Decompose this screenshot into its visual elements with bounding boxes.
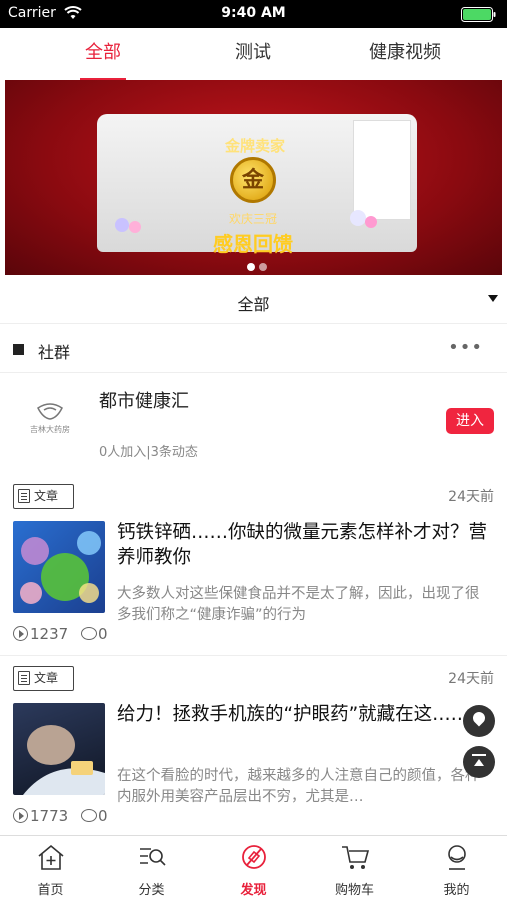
bottom-tab-label: 我的 <box>443 883 470 898</box>
category-search-icon <box>140 848 166 866</box>
location-pin-icon[interactable] <box>463 705 495 737</box>
caret-down-icon <box>488 295 498 302</box>
article-meta: 1773 0 <box>13 806 108 825</box>
bottom-tab-category[interactable]: 分类 <box>101 836 202 900</box>
tab-health-video[interactable]: 健康视频 <box>355 28 455 80</box>
decor-ball <box>350 210 366 226</box>
bottom-tab-bar: 首页 分类 发现 购物车 我的 <box>0 835 507 900</box>
pager-dot-active <box>247 263 255 271</box>
pager-dot <box>259 263 267 271</box>
document-icon <box>18 671 30 685</box>
view-count: 1237 <box>30 625 69 643</box>
article-time: 24天前 <box>448 671 494 687</box>
article-thumbnail <box>13 521 105 613</box>
article-tag: 文章 <box>13 666 74 691</box>
banner-headline: 感恩回馈 <box>213 232 293 256</box>
filter-dropdown[interactable]: 全部 <box>0 278 507 324</box>
bottom-tab-discover[interactable]: 发现 <box>203 836 304 900</box>
community-logo-text: 吉林大药房 <box>30 425 70 434</box>
banner-subtitle: 欢庆三冠 <box>228 212 277 226</box>
phone-user-thumbnail-art <box>23 725 105 795</box>
section-title: 社群 <box>38 343 71 362</box>
community-card[interactable]: 吉林大药房 都市健康汇 0人加入|3条动态 进入 <box>0 374 507 474</box>
community-logo: 吉林大药房 <box>22 402 78 446</box>
battery-icon <box>461 7 496 22</box>
minerals-thumbnail-art <box>20 531 101 604</box>
bottom-tab-label: 购物车 <box>334 883 374 898</box>
article-summary: 大多数人对这些保健食品并不是太了解，因此，出现了很多我们称之“健康诈骗”的行为 <box>117 586 480 623</box>
decor-ball <box>115 218 129 232</box>
comment-icon <box>80 627 97 640</box>
article-card[interactable]: 文章 24天前 钙铁锌硒……你缺的微量元素怎样补才对？营养师教你 大多数人对这些… <box>0 476 507 656</box>
article-time: 24天前 <box>448 489 494 505</box>
gold-coin-icon: 金 <box>230 157 276 203</box>
clock: 9:40 AM <box>221 5 286 21</box>
profile-icon <box>448 845 466 870</box>
community-stats: 0人加入|3条动态 <box>99 445 198 460</box>
bottom-tab-label: 分类 <box>138 883 165 898</box>
article-title: 给力！拯救手机族的“护眼药”就藏在这…… <box>117 704 470 725</box>
banner-pager <box>245 256 269 275</box>
community-section-header: 社群 ••• <box>0 325 507 373</box>
article-title: 钙铁锌硒……你缺的微量元素怎样补才对？营养师教你 <box>117 522 488 568</box>
comment-icon <box>80 809 97 822</box>
article-tag-label: 文章 <box>34 489 59 503</box>
tab-test[interactable]: 测试 <box>220 28 286 80</box>
article-tag-label: 文章 <box>34 671 59 685</box>
more-icon[interactable]: ••• <box>448 337 483 358</box>
bottom-tab-label: 首页 <box>37 883 64 898</box>
comment-count: 0 <box>97 807 108 825</box>
promo-banner[interactable]: 金牌卖家 金 欢庆三冠 感恩回馈 <box>5 80 502 275</box>
pharmacy-logo-icon <box>37 403 63 420</box>
cart-icon <box>342 846 370 869</box>
banner-side-panel <box>353 120 411 220</box>
article-thumbnail <box>13 703 105 795</box>
back-to-top-icon[interactable] <box>463 746 495 778</box>
comment-count: 0 <box>97 625 108 643</box>
view-count: 1773 <box>30 807 69 825</box>
filter-label: 全部 <box>237 295 270 314</box>
status-bar: Carrier 9:40 AM <box>0 0 507 28</box>
bottom-tab-home[interactable]: 首页 <box>0 836 101 900</box>
decor-ball <box>365 216 377 228</box>
banner-title: 金牌卖家 <box>224 137 285 155</box>
bottom-tab-profile[interactable]: 我的 <box>406 836 507 900</box>
community-name: 都市健康汇 <box>99 391 189 412</box>
top-tab-bar: 全部 测试 健康视频 <box>0 28 507 80</box>
bottom-tab-cart[interactable]: 购物车 <box>304 836 405 900</box>
discover-icon <box>242 845 266 869</box>
decor-ball <box>129 221 141 233</box>
document-icon <box>18 489 30 503</box>
tab-all[interactable]: 全部 <box>70 28 136 80</box>
article-summary: 在这个看脸的时代，越来越多的人注意自己的颜值，各种内服外用美容产品层出不穷，尤其… <box>117 768 480 805</box>
article-card[interactable]: 文章 24天前 给力！拯救手机族的“护眼药”就藏在这…… 在这个看脸的时代，越来… <box>0 658 507 838</box>
bottom-tab-label: 发现 <box>240 883 267 898</box>
play-count-icon <box>13 626 28 641</box>
play-count-icon <box>13 808 28 823</box>
section-marker-icon <box>13 344 24 355</box>
article-meta: 1237 0 <box>13 624 108 643</box>
enter-community-button[interactable]: 进入 <box>446 408 494 434</box>
home-icon <box>38 844 64 870</box>
article-tag: 文章 <box>13 484 74 509</box>
